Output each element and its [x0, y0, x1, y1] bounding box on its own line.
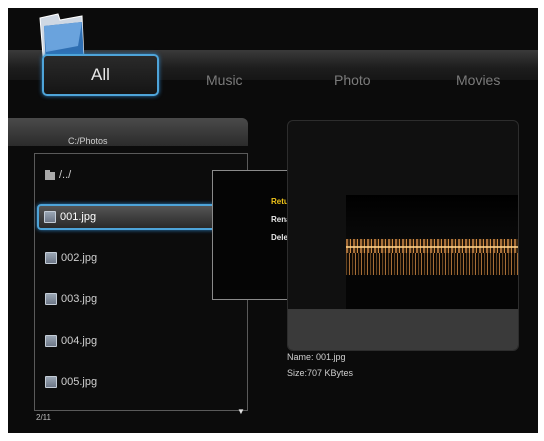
list-item-file-2[interactable]: 002.jpg: [45, 247, 97, 269]
file-name: 002.jpg: [61, 252, 98, 264]
file-name: 003.jpg: [61, 293, 98, 305]
file-name-info: Name: 001.jpg: [287, 352, 346, 362]
parent-folder-label: /../: [59, 169, 72, 181]
folder-icon: [45, 170, 55, 180]
list-item-parent-folder[interactable]: /../: [45, 164, 71, 186]
tab-photo[interactable]: Photo: [334, 72, 371, 88]
image-file-icon: [45, 252, 57, 264]
file-name: 005.jpg: [61, 376, 98, 388]
list-item-file-4[interactable]: 004.jpg: [45, 330, 97, 352]
browser-header: [8, 118, 248, 146]
media-player-screen: All Music Photo Movies C:/Photos /../ 00…: [8, 8, 538, 433]
page-indicator: 2/11: [36, 413, 51, 422]
current-path: C:/Photos: [68, 136, 108, 146]
tab-music[interactable]: Music: [206, 72, 243, 88]
tab-movies[interactable]: Movies: [456, 72, 500, 88]
image-file-icon: [45, 335, 57, 347]
scroll-down-icon[interactable]: ▼: [237, 407, 245, 416]
tab-all[interactable]: All: [42, 54, 159, 96]
image-file-icon: [44, 211, 56, 223]
file-name: 001.jpg: [60, 211, 97, 223]
list-item-file-3[interactable]: 003.jpg: [45, 288, 97, 310]
tab-all-label: All: [91, 65, 110, 84]
list-item-file-1[interactable]: 001.jpg: [37, 204, 221, 230]
file-size-info: Size:707 KBytes: [287, 368, 354, 378]
photo-thumbnail: [346, 195, 518, 309]
image-file-icon: [45, 293, 57, 305]
list-item-file-5[interactable]: 005.jpg: [45, 371, 97, 393]
preview-footer: [288, 309, 518, 350]
file-name: 004.jpg: [61, 335, 98, 347]
image-file-icon: [45, 376, 57, 388]
photo-preview-panel: [287, 120, 519, 351]
